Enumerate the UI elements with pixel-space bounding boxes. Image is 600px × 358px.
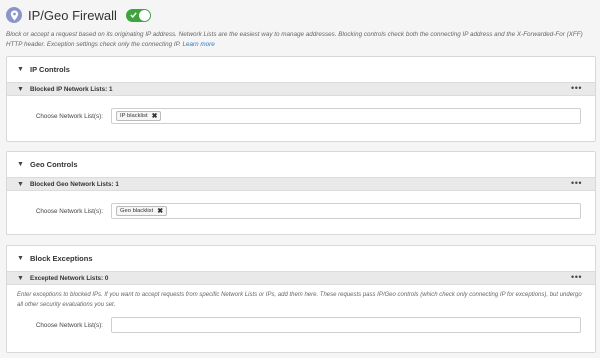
more-options-icon[interactable]: ••• [571, 273, 582, 282]
network-list-input[interactable]: Geo blacklist ✖ [111, 203, 581, 219]
geo-controls-panel: ▼ Geo Controls ▼ Blocked Geo Network Lis… [6, 151, 596, 235]
field-row: Choose Network List(s): [7, 310, 595, 340]
geo-controls-header[interactable]: ▼ Geo Controls [7, 152, 595, 177]
field-row: Choose Network List(s): Geo blacklist ✖ [7, 191, 595, 231]
page-title: IP/Geo Firewall [28, 7, 117, 23]
toggle-knob [138, 9, 150, 21]
tag-label: IP blacklist [120, 113, 148, 119]
chevron-down-icon[interactable]: ▼ [17, 181, 26, 188]
tag-label: Geo blacklist [120, 208, 154, 214]
chevron-down-icon[interactable]: ▼ [17, 255, 26, 262]
block-exceptions-panel: ▼ Block Exceptions ▼ Excepted Network Li… [6, 245, 596, 353]
ip-controls-panel: ▼ IP Controls ▼ Blocked IP Network Lists… [6, 56, 596, 142]
panel-title: Block Exceptions [30, 254, 93, 263]
panel-title: Geo Controls [30, 160, 78, 169]
firewall-enable-toggle[interactable] [125, 8, 151, 22]
chevron-down-icon[interactable]: ▼ [17, 161, 26, 168]
page-header: IP/Geo Firewall [6, 5, 151, 25]
network-list-input[interactable] [111, 317, 581, 333]
location-pin-icon [6, 7, 22, 23]
sub-title: Excepted Network Lists: 0 [30, 274, 109, 282]
excepted-lists-subheader[interactable]: ▼ Excepted Network Lists: 0 ••• [7, 271, 595, 285]
page-description: Block or accept a request based on its o… [6, 30, 598, 50]
network-list-tag: IP blacklist ✖ [116, 111, 162, 121]
blocked-ip-lists-subheader[interactable]: ▼ Blocked IP Network Lists: 1 ••• [7, 82, 595, 96]
more-options-icon[interactable]: ••• [571, 179, 582, 188]
blocked-geo-lists-subheader[interactable]: ▼ Blocked Geo Network Lists: 1 ••• [7, 177, 595, 191]
chevron-down-icon[interactable]: ▼ [17, 86, 26, 93]
field-label: Choose Network List(s): [35, 321, 103, 329]
remove-tag-icon[interactable]: ✖ [157, 207, 163, 215]
remove-tag-icon[interactable]: ✖ [152, 112, 158, 120]
chevron-down-icon[interactable]: ▼ [17, 66, 26, 73]
check-icon [130, 12, 137, 18]
more-options-icon[interactable]: ••• [571, 84, 582, 93]
field-label: Choose Network List(s): [35, 112, 103, 120]
ip-controls-header[interactable]: ▼ IP Controls [7, 57, 595, 82]
field-row: Choose Network List(s): IP blacklist ✖ [7, 96, 595, 136]
sub-title: Blocked IP Network Lists: 1 [30, 85, 113, 93]
exceptions-help-text: Enter exceptions to blocked IPs. If you … [17, 292, 582, 308]
panel-title: IP Controls [30, 65, 70, 74]
chevron-down-icon[interactable]: ▼ [17, 275, 26, 282]
block-exceptions-header[interactable]: ▼ Block Exceptions [7, 246, 595, 271]
network-list-tag: Geo blacklist ✖ [116, 206, 168, 216]
sub-title: Blocked Geo Network Lists: 1 [30, 180, 119, 188]
learn-more-link[interactable]: Learn more [183, 41, 215, 48]
field-label: Choose Network List(s): [35, 207, 103, 215]
description-text: Block or accept a request based on its o… [6, 31, 583, 48]
network-list-input[interactable]: IP blacklist ✖ [111, 108, 581, 124]
